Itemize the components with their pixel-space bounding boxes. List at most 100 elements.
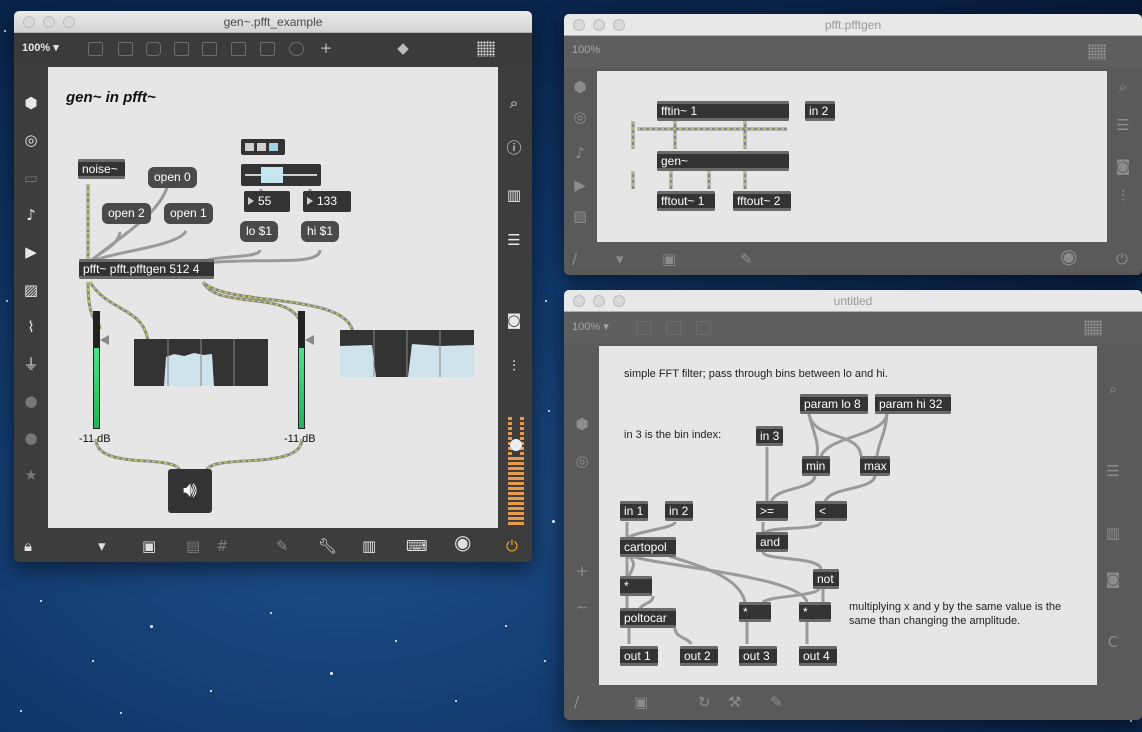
refresh-icon[interactable]: ↻ — [698, 694, 711, 710]
mixer-icon[interactable]: ⫶ — [1114, 187, 1132, 205]
multiply-object-1[interactable]: * — [620, 576, 652, 596]
code-icon[interactable]: C — [1104, 633, 1122, 651]
grid-toggle-icon[interactable]: # — [216, 538, 229, 554]
dsp-volume-knob[interactable] — [510, 439, 522, 451]
plug-icon[interactable]: ⏚ — [22, 355, 40, 373]
in-2-object[interactable]: in 2 — [665, 501, 693, 521]
list-icon[interactable]: ☰ — [505, 231, 523, 249]
presentation-object-icon[interactable] — [636, 321, 651, 335]
lo-message[interactable]: lo $1 — [240, 221, 279, 242]
comment-object-icon[interactable] — [146, 42, 161, 56]
new-view-icon[interactable]: ▣ — [634, 694, 648, 710]
search-icon[interactable]: ⌕ — [505, 94, 523, 112]
fftout-2-object[interactable]: fftout~ 2 — [733, 191, 791, 211]
zoom-menu[interactable]: 100% ▾ — [22, 41, 59, 54]
multiply-object-2[interactable]: * — [739, 602, 771, 622]
wave-icon[interactable]: ~ — [573, 598, 591, 616]
media-icon[interactable]: ▶ — [571, 176, 589, 194]
wrench-icon[interactable]: 🔧︎ — [318, 538, 337, 554]
param-lo-object[interactable]: param lo 8 — [800, 394, 868, 414]
out-4-object[interactable]: out 4 — [799, 646, 837, 666]
lock-icon[interactable]: 🔒︎ — [24, 538, 32, 554]
fftout-1-object[interactable]: fftout~ 1 — [657, 191, 715, 211]
plus-icon[interactable]: + — [317, 39, 335, 57]
music-note-icon[interactable]: ♪ — [22, 206, 40, 224]
message-object-icon[interactable] — [118, 42, 133, 56]
package-icon[interactable]: ⬢ — [573, 415, 591, 433]
piano-icon[interactable]: ▥ — [362, 538, 376, 554]
target-icon[interactable]: ◎ — [573, 452, 591, 470]
package-icon[interactable]: ⬢ — [571, 78, 589, 96]
list-icon[interactable]: ☰ — [1114, 116, 1132, 134]
play-object-icon[interactable] — [231, 42, 246, 56]
image-icon[interactable]: ▨ — [22, 281, 40, 299]
package-icon[interactable]: ⬢ — [22, 94, 40, 112]
lt-object[interactable]: < — [815, 501, 847, 521]
codebox-icon[interactable] — [696, 321, 711, 335]
in-1-object[interactable]: in 1 — [620, 501, 648, 521]
multiply-object-3[interactable]: * — [799, 602, 831, 622]
noise-object[interactable]: noise~ — [78, 159, 125, 179]
target-icon[interactable]: ◎ — [22, 131, 40, 149]
snapshot-icon[interactable]: ◙ — [1104, 570, 1122, 588]
open-2-message[interactable]: open 2 — [102, 203, 151, 224]
paint-bucket-icon[interactable]: ◆ — [394, 39, 412, 57]
lo-number-box[interactable]: 55 — [244, 191, 290, 212]
star-icon[interactable]: ★ — [22, 466, 40, 484]
power-icon[interactable]: ⏻ — [1116, 251, 1128, 267]
snapshot-icon[interactable]: ◙ — [505, 311, 523, 329]
grid-icon[interactable] — [477, 41, 495, 57]
patcher-canvas[interactable]: fftin~ 1 in 2 gen~ fftout~ 1 fftout~ 2 — [597, 71, 1107, 242]
out-2-object[interactable]: out 2 — [680, 646, 718, 666]
range-slider-thumb[interactable] — [261, 167, 283, 183]
toolbar-icon[interactable]: ▭ — [22, 169, 40, 187]
preset-object[interactable] — [241, 139, 285, 155]
left-gain-arrow-icon[interactable] — [100, 335, 109, 345]
zoom-menu[interactable]: 100% ▾ — [572, 320, 609, 333]
debug-icon[interactable]: ✎ — [276, 538, 289, 554]
target-icon[interactable]: ◎ — [571, 108, 589, 126]
not-object[interactable]: not — [813, 569, 839, 589]
image-icon[interactable]: ▨ — [571, 207, 589, 225]
beap-icon[interactable]: ● — [22, 429, 40, 447]
presentation-icon[interactable]: ▾ — [616, 251, 624, 267]
title-bar[interactable]: untitled — [564, 290, 1142, 312]
hi-message[interactable]: hi $1 — [301, 221, 340, 242]
hammer-icon[interactable]: ⚒ — [728, 694, 741, 710]
power-icon[interactable]: ⏻ — [506, 538, 518, 554]
debug-icon[interactable]: ✎ — [740, 251, 753, 267]
min-object[interactable]: min — [802, 456, 830, 476]
title-bar[interactable]: pfft.pfftgen — [564, 14, 1142, 36]
music-note-icon[interactable]: ♪ — [571, 144, 589, 162]
vst-icon[interactable]: ● — [22, 392, 40, 410]
open-0-message[interactable]: open 0 — [148, 167, 197, 188]
new-view-icon[interactable]: ▣ — [662, 251, 676, 267]
reference-book-icon[interactable]: ▥ — [1104, 524, 1122, 542]
search-icon[interactable]: ⌕ — [1104, 380, 1122, 398]
zoom-menu[interactable]: 100% — [572, 44, 600, 56]
patcher-canvas[interactable]: gen~ in pfft~ noise~ open 0 open 2 open … — [48, 67, 498, 528]
open-1-message[interactable]: open 1 — [164, 203, 213, 224]
info-icon[interactable]: ⓘ — [505, 139, 523, 157]
search-icon[interactable]: ⌕ — [1114, 78, 1132, 96]
new-view-icon[interactable]: ▣ — [142, 538, 156, 554]
audio-settings-icon[interactable]: ◉ — [454, 532, 471, 552]
list-icon[interactable]: ☰ — [1104, 462, 1122, 480]
gte-object[interactable]: >= — [756, 501, 788, 521]
media-icon[interactable]: ▶ — [22, 243, 40, 261]
presentation-object-icon[interactable] — [88, 42, 103, 56]
edit-icon[interactable]: / — [572, 251, 577, 267]
pfft-object[interactable]: pfft~ pfft.pfftgen 512 4 — [79, 259, 214, 279]
plus-icon[interactable]: + — [573, 562, 591, 580]
debug-icon[interactable]: ✎ — [770, 694, 783, 710]
keyboard-icon[interactable]: ⌨ — [406, 538, 428, 554]
range-slider[interactable] — [241, 164, 321, 186]
edit-icon[interactable]: / — [574, 694, 579, 710]
hi-number-box[interactable]: 133 — [303, 191, 351, 212]
dial-object-icon[interactable] — [289, 42, 304, 56]
and-object[interactable]: and — [756, 532, 788, 552]
right-gain-arrow-icon[interactable] — [305, 335, 314, 345]
hide-icon[interactable]: ▤ — [186, 538, 200, 554]
presentation-icon[interactable]: ▾ — [98, 538, 106, 554]
slider-object-icon[interactable] — [260, 42, 275, 56]
